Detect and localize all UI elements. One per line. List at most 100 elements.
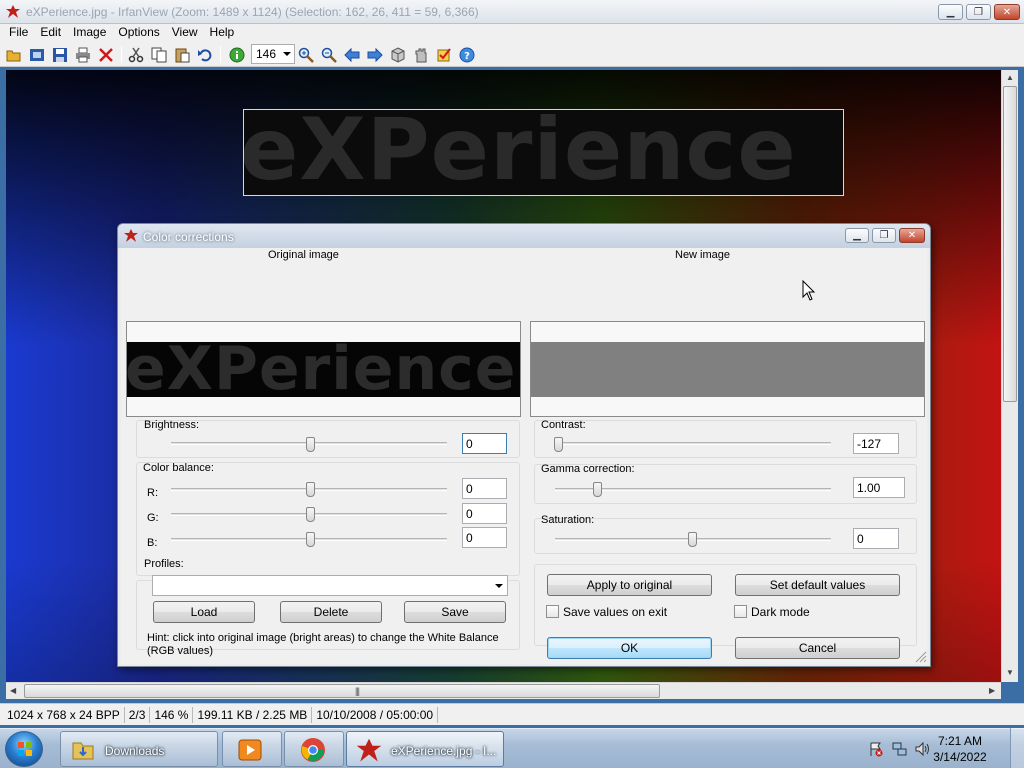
folder-open-icon [6,50,21,61]
save-profile-button[interactable]: Save [404,601,506,623]
menu-edit[interactable]: Edit [34,24,67,42]
paste-icon [175,48,190,62]
maximize-button[interactable]: ❐ [966,4,991,20]
scroll-up-icon[interactable]: ▲ [1006,73,1014,82]
contrast-slider-track[interactable] [555,442,831,445]
canvas-image-text: eXPerience [243,109,797,196]
cube-icon [391,46,405,63]
dialog-minimize-button[interactable]: ▁ [845,228,869,243]
red-slider-thumb[interactable] [306,482,315,497]
dialog-body: Original image New image eXPerience Brig… [121,248,927,664]
save-values-on-exit-checkbox[interactable] [546,605,559,618]
scroll-left-icon[interactable]: ◀ [10,686,16,695]
profiles-label: Profiles: [144,558,184,570]
start-button[interactable] [5,731,43,767]
main-window-title: eXPerience.jpg - IrfanView (Zoom: 1489 x… [26,5,479,19]
taskbar-item-irfanview[interactable]: eXPerience.jpg - I... [346,731,504,767]
blue-value-field[interactable]: 0 [462,527,507,548]
taskbar-clock[interactable]: 7:21 AM 3/14/2022 [930,733,990,765]
open-button[interactable] [4,45,24,64]
fullscreen-button[interactable] [411,45,431,64]
saturation-slider-thumb[interactable] [688,532,697,547]
blue-slider-thumb[interactable] [306,532,315,547]
options-button[interactable] [434,45,454,64]
save-toolbar-button[interactable] [50,45,70,64]
delete-button[interactable]: Delete [280,601,382,623]
zoom-out-button[interactable] [319,45,339,64]
green-slider-thumb[interactable] [306,507,315,522]
delete-file-button[interactable] [96,45,116,64]
minimize-button[interactable]: ▁ [938,4,963,20]
scissors-icon [128,47,144,62]
white-balance-hint: Hint: click into original image (bright … [147,632,499,657]
show-desktop-button[interactable] [1010,728,1024,768]
profiles-combo[interactable] [152,575,508,596]
dark-mode-checkbox[interactable] [734,605,747,618]
undo-button[interactable] [195,45,215,64]
cancel-button[interactable]: Cancel [735,637,900,659]
paste-button[interactable] [172,45,192,64]
menu-help[interactable]: Help [204,24,241,42]
menu-bar: File Edit Image Options View Help [0,24,1024,42]
chevron-down-icon [495,584,503,588]
red-x-icon [99,47,113,62]
irfanview-app-icon [6,5,20,18]
horizontal-scroll-thumb[interactable]: ||| [24,684,660,698]
taskbar-item-downloads[interactable]: Downloads [60,731,218,767]
info-button[interactable] [227,45,247,64]
original-preview-band: eXPerience [127,334,520,404]
taskbar-item-media-player[interactable] [222,731,282,767]
status-index: 2/3 [125,706,151,723]
original-image-preview[interactable]: eXPerience [126,321,521,417]
menu-image[interactable]: Image [67,24,112,42]
main-title-bar: eXPerience.jpg - IrfanView (Zoom: 1489 x… [0,0,1024,24]
contrast-value-field[interactable]: -127 [853,433,899,454]
network-icon[interactable] [892,741,908,757]
gamma-slider-thumb[interactable] [593,482,602,497]
menu-view[interactable]: View [166,24,204,42]
green-label: G: [147,512,159,524]
status-size: 199.11 KB / 2.25 MB [193,706,313,723]
restore-icon: ❐ [974,6,983,18]
dialog-close-button[interactable]: ✕ [899,228,925,243]
mouse-cursor-icon [802,280,816,301]
toolbar-separator [121,46,122,63]
dialog-maximize-button[interactable]: ❐ [872,228,896,243]
scroll-down-icon[interactable]: ▼ [1006,668,1014,677]
apply-to-original-button[interactable]: Apply to original [547,574,712,596]
print-button[interactable] [73,45,93,64]
load-button[interactable]: Load [153,601,255,623]
close-button[interactable]: ✕ [994,4,1020,20]
info-icon [229,47,245,62]
green-value-field[interactable]: 0 [462,503,507,524]
scroll-right-icon[interactable]: ▶ [989,686,995,695]
help-button[interactable]: ? [457,45,477,64]
menu-file[interactable]: File [3,24,34,42]
horizontal-scrollbar[interactable]: ◀ ||| ▶ [6,682,1001,699]
ok-button[interactable]: OK [547,637,712,659]
action-center-flag-icon[interactable] [868,741,884,757]
contrast-slider-thumb[interactable] [554,437,563,452]
brightness-value-field[interactable]: 0 [462,433,507,454]
previous-button[interactable] [342,45,362,64]
taskbar-item-chrome[interactable] [284,731,344,767]
arrow-left-icon [344,47,360,62]
zoom-combo[interactable]: 146 [251,44,295,64]
red-value-field[interactable]: 0 [462,478,507,499]
menu-options[interactable]: Options [112,24,165,42]
gamma-value-field[interactable]: 1.00 [853,477,905,498]
next-button[interactable] [365,45,385,64]
vertical-scrollbar[interactable]: ▲ ▼ [1001,70,1018,682]
contrast-label: Contrast: [541,419,586,431]
vertical-scroll-thumb[interactable] [1003,86,1017,402]
zoom-in-button[interactable] [296,45,316,64]
resize-grip-icon[interactable] [915,651,927,663]
copy-button[interactable] [149,45,169,64]
thumbnails-button[interactable] [388,45,408,64]
set-default-values-button[interactable]: Set default values [735,574,900,596]
saturation-value-field[interactable]: 0 [853,528,899,549]
slideshow-button[interactable] [27,45,47,64]
zoom-out-icon [321,47,337,63]
brightness-slider-thumb[interactable] [306,437,315,452]
cut-button[interactable] [126,45,146,64]
